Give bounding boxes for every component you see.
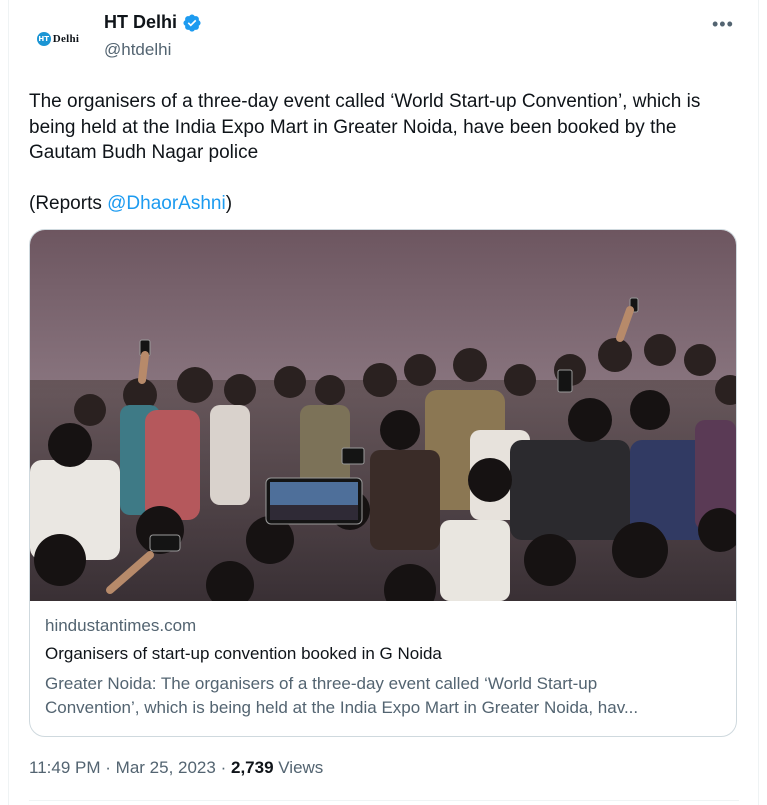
reports-suffix: ) [225, 192, 233, 214]
tweet-date[interactable]: Mar 25, 2023 [116, 758, 216, 777]
author-handle[interactable]: @htdelhi [104, 40, 171, 60]
meta-separator: · [105, 758, 111, 777]
tweet-body: The organisers of a three-day event call… [29, 91, 701, 163]
tweet-time[interactable]: 11:49 PM [29, 758, 101, 777]
author-name-row[interactable]: HT Delhi [104, 12, 202, 33]
divider [29, 800, 739, 801]
views-count: 2,739 [230, 758, 274, 777]
link-card[interactable]: hindustantimes.com Organisers of start-u… [29, 229, 737, 737]
tweet-text: The organisers of a three-day event call… [29, 89, 739, 216]
link-card-title: Organisers of start-up convention booked… [45, 644, 442, 663]
more-options-icon[interactable]: ••• [712, 14, 734, 35]
link-card-image[interactable] [30, 230, 736, 601]
link-card-description-line1: Greater Noida: The organisers of a three… [45, 674, 598, 693]
views-label: Views [278, 758, 324, 777]
link-card-description-line2: Convention’, which is being held at the … [45, 698, 639, 717]
verified-badge-icon [183, 13, 201, 32]
link-card-info: hindustantimes.com Organisers of start-u… [45, 616, 725, 720]
meta-separator-2: · [220, 758, 227, 777]
tweet-reports-line: (Reports @DhaorAshni) [29, 191, 739, 217]
avatar[interactable]: HT Delhi [28, 16, 88, 61]
author-display-name[interactable]: HT Delhi [104, 12, 177, 33]
reports-prefix: (Reports [29, 192, 108, 214]
ht-logo-icon: HT [36, 31, 51, 46]
mention-link[interactable]: @DhaorAshni [107, 193, 226, 214]
tweet-meta: 11:49 PM · Mar 25, 2023 · 2,739 Views [29, 758, 323, 778]
avatar-text: Delhi [52, 32, 80, 45]
link-card-domain: hindustantimes.com [45, 616, 197, 635]
link-card-description: Greater Noida: The organisers of a three… [45, 672, 725, 720]
